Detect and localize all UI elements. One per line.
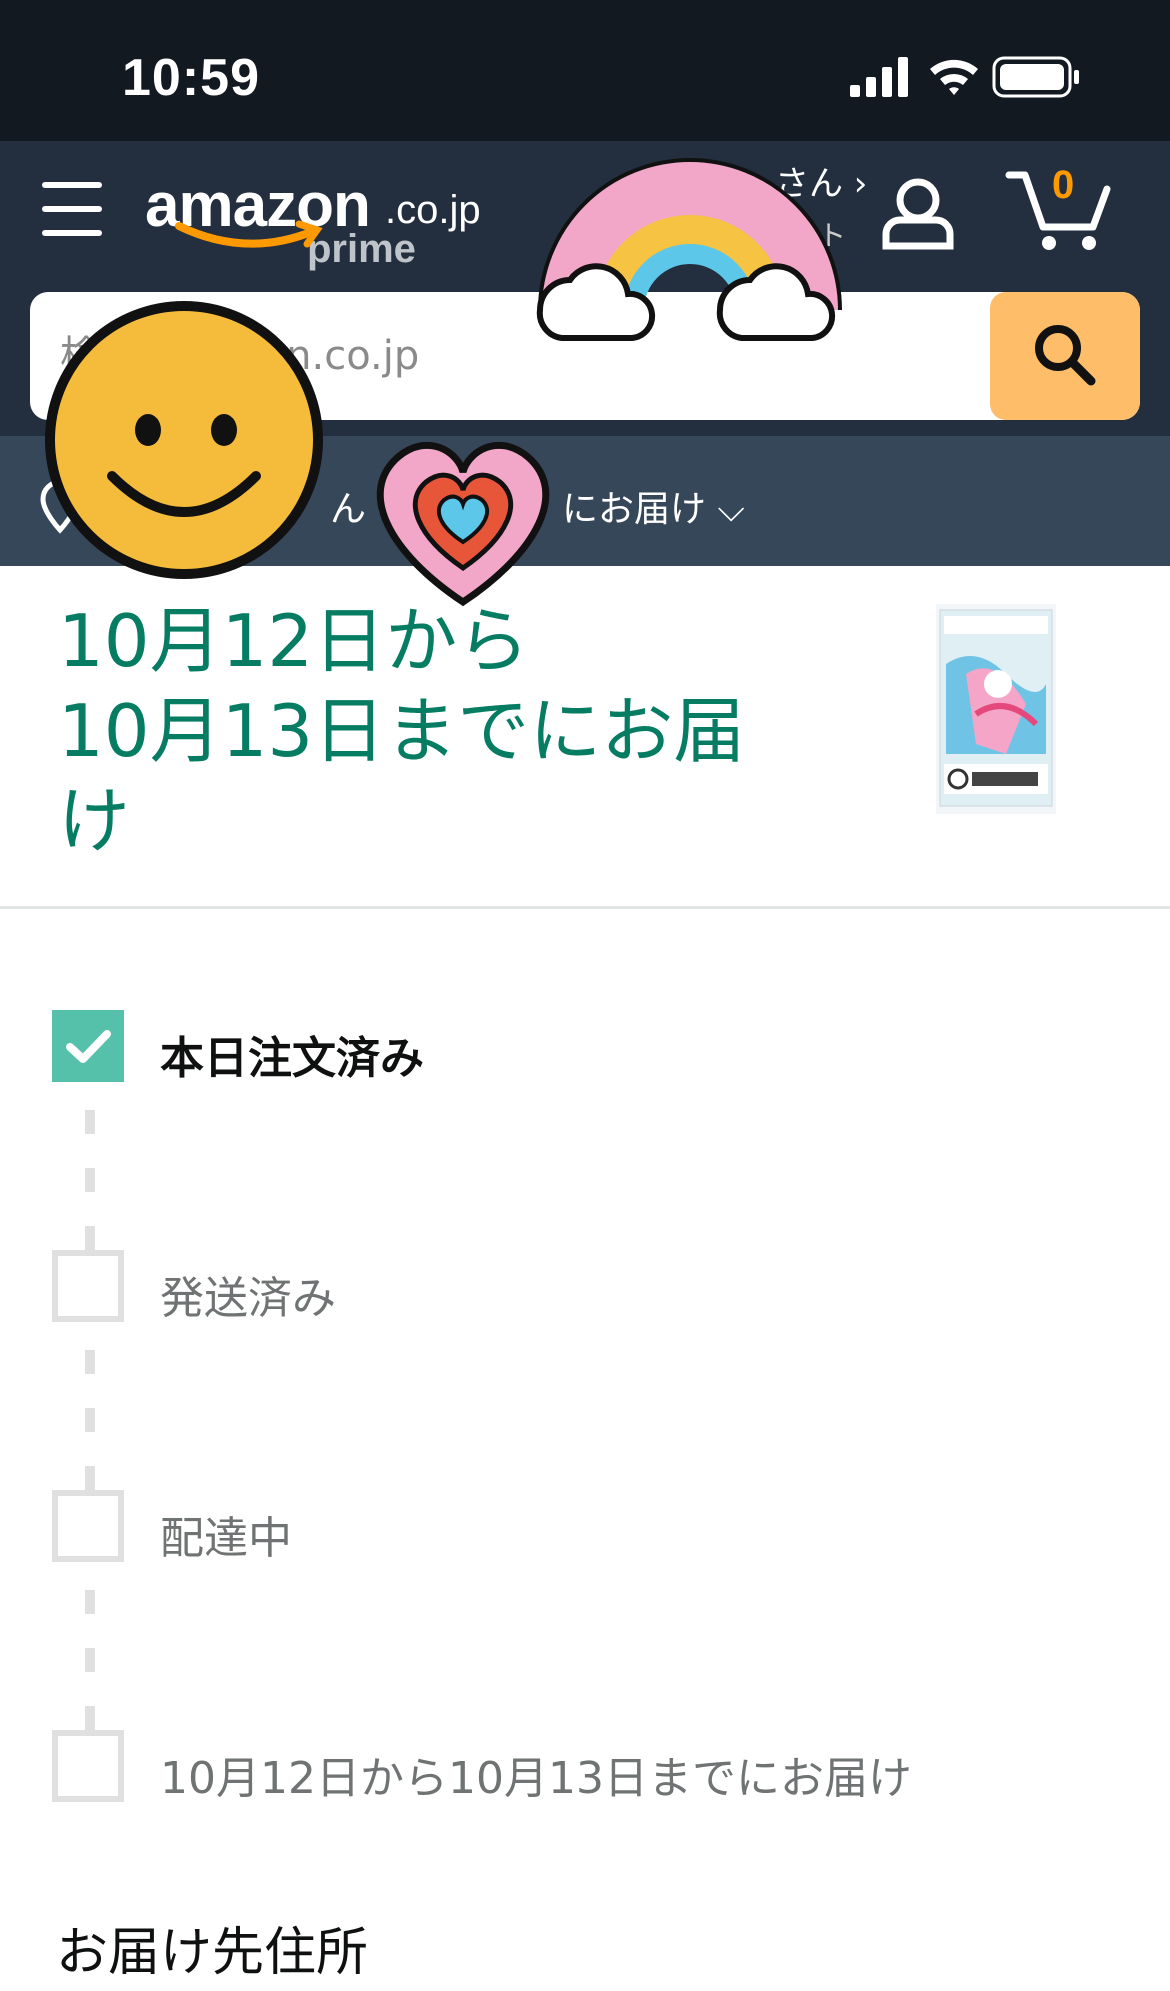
user-icon[interactable]	[880, 176, 956, 252]
search-button[interactable]	[990, 292, 1140, 420]
step-label: 10月12日から10月13日までにお届け	[160, 1753, 912, 1804]
empty-checkbox-icon	[52, 1490, 124, 1562]
product-thumbnail[interactable]	[936, 604, 1056, 814]
logo-smile-icon	[175, 220, 323, 248]
step-label: 本日注文済み	[160, 1033, 424, 1084]
delivery-heading-line: け	[58, 779, 131, 863]
step-label: 配達中	[160, 1513, 292, 1564]
search-icon	[1035, 324, 1096, 385]
step-label: 発送済み	[160, 1273, 336, 1324]
cart-count: 0	[1052, 163, 1075, 207]
status-time: 10:59	[122, 49, 260, 107]
tracker-step-out-for-delivery: 配達中	[52, 1490, 952, 1570]
tracker-connector	[85, 1110, 95, 1260]
delivery-location-suffix[interactable]: にお届け ⌵	[562, 480, 745, 532]
rainbow-sticker-icon	[536, 158, 842, 341]
amazon-logo[interactable]: amazon .co.jp prime	[145, 170, 505, 280]
heart-sticker-icon	[376, 441, 550, 607]
tracker-step-shipped: 発送済み	[52, 1250, 952, 1330]
tracker-connector	[85, 1350, 95, 1500]
tracker-step-ordered: 本日注文済み	[52, 1010, 952, 1090]
smiley-face-sticker-icon	[45, 301, 323, 579]
delivery-heading-line: 10月13日までにお届	[58, 689, 746, 773]
section-divider	[0, 906, 1170, 909]
delivery-estimate-heading: 10月12日から 10月13日までにお届 け	[58, 596, 778, 866]
empty-checkbox-icon	[52, 1730, 124, 1802]
signal-wifi-battery-icon	[850, 56, 1079, 98]
shipping-address-title: お届け先住所	[56, 1923, 369, 1983]
status-icons	[850, 55, 1090, 103]
check-icon	[52, 1010, 124, 1082]
tracker-step-delivered: 10月12日から10月13日までにお届け	[52, 1730, 952, 1810]
status-bar: 10:59	[0, 0, 1170, 141]
menu-icon[interactable]	[42, 182, 102, 236]
tracker-connector	[85, 1590, 95, 1740]
empty-checkbox-icon	[52, 1250, 124, 1322]
